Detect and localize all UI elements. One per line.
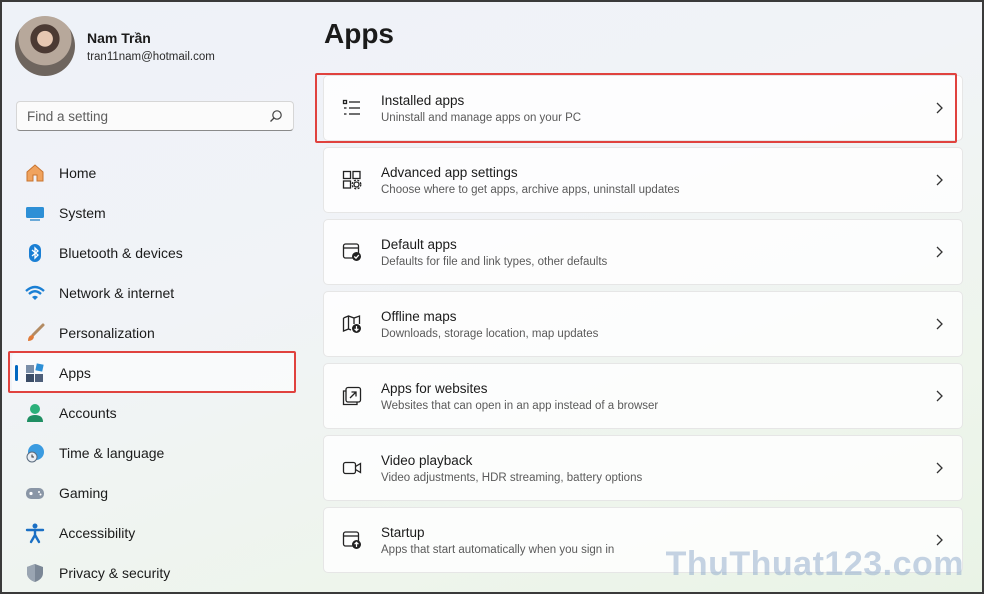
chevron-right-icon bbox=[936, 318, 943, 330]
card-title: Video playback bbox=[381, 452, 473, 468]
card-title: Offline maps bbox=[381, 308, 457, 324]
wifi-icon bbox=[24, 282, 46, 304]
sidebar-item-label: Accessibility bbox=[59, 525, 136, 541]
watermark: ThuThuat123.com bbox=[665, 545, 964, 583]
shield-icon bbox=[24, 562, 46, 584]
card-description: Websites that can open in an app instead… bbox=[381, 399, 659, 412]
chevron-right-icon bbox=[936, 462, 943, 474]
chevron-right-icon bbox=[936, 390, 943, 402]
brush-icon bbox=[24, 322, 46, 344]
search-icon[interactable] bbox=[269, 109, 283, 123]
profile-email: tran11nam@hotmail.com bbox=[87, 50, 215, 63]
video-icon bbox=[341, 457, 363, 479]
chevron-right-icon bbox=[936, 174, 943, 186]
card-title: Startup bbox=[381, 524, 425, 540]
globe-clock-icon bbox=[24, 442, 46, 464]
open-external-icon bbox=[341, 385, 363, 407]
page-title: Apps bbox=[324, 18, 394, 49]
sidebar-item-label: Accounts bbox=[59, 405, 117, 421]
offline-maps-card[interactable]: Offline maps Downloads, storage location… bbox=[323, 291, 963, 357]
user-profile[interactable]: Nam Trần tran11nam@hotmail.com bbox=[15, 16, 215, 76]
default-apps-card[interactable]: Default apps Defaults for file and link … bbox=[323, 219, 963, 285]
search-box[interactable] bbox=[16, 101, 294, 131]
settings-list: Installed apps Uninstall and manage apps… bbox=[323, 75, 963, 579]
startup-icon bbox=[341, 529, 363, 551]
highlight-box bbox=[8, 351, 296, 393]
highlight-box bbox=[315, 73, 957, 143]
monitor-icon bbox=[24, 202, 46, 224]
sidebar-item-gaming[interactable]: Gaming bbox=[12, 473, 294, 513]
sidebar-item-home[interactable]: Home bbox=[12, 153, 294, 193]
card-description: Choose where to get apps, archive apps, … bbox=[381, 183, 680, 196]
sidebar-item-label: Gaming bbox=[59, 485, 109, 501]
advanced-app-settings-card[interactable]: Advanced app settings Choose where to ge… bbox=[323, 147, 963, 213]
person-icon bbox=[24, 402, 46, 424]
card-title: Advanced app settings bbox=[381, 164, 518, 180]
card-description: Downloads, storage location, map updates bbox=[381, 327, 599, 340]
map-icon bbox=[341, 313, 363, 335]
avatar bbox=[15, 16, 75, 76]
chevron-right-icon bbox=[936, 246, 943, 258]
sidebar-item-network[interactable]: Network & internet bbox=[12, 273, 294, 313]
sidebar-item-accounts[interactable]: Accounts bbox=[12, 393, 294, 433]
sidebar-item-time-language[interactable]: Time & language bbox=[12, 433, 294, 473]
sidebar-item-label: Bluetooth & devices bbox=[59, 245, 183, 261]
apps-for-websites-card[interactable]: Apps for websites Websites that can open… bbox=[323, 363, 963, 429]
profile-name: Nam Trần bbox=[87, 29, 151, 46]
card-title: Apps for websites bbox=[381, 380, 488, 396]
card-description: Defaults for file and link types, other … bbox=[381, 255, 608, 268]
bluetooth-icon bbox=[24, 242, 46, 264]
app-settings-icon bbox=[341, 169, 363, 191]
sidebar-item-label: Home bbox=[59, 165, 97, 181]
sidebar-item-privacy[interactable]: Privacy & security bbox=[12, 553, 294, 593]
home-icon bbox=[24, 162, 46, 184]
sidebar-item-personalization[interactable]: Personalization bbox=[12, 313, 294, 353]
accessibility-icon bbox=[24, 522, 46, 544]
default-apps-icon bbox=[341, 241, 363, 263]
sidebar-item-label: Network & internet bbox=[59, 285, 175, 301]
gamepad-icon bbox=[24, 482, 46, 504]
sidebar-item-label: System bbox=[59, 205, 106, 221]
card-description: Video adjustments, HDR streaming, batter… bbox=[381, 471, 643, 484]
sidebar-item-system[interactable]: System bbox=[12, 193, 294, 233]
search-input[interactable] bbox=[27, 108, 269, 124]
card-title: Default apps bbox=[381, 236, 457, 252]
sidebar-item-bluetooth[interactable]: Bluetooth & devices bbox=[12, 233, 294, 273]
video-playback-card[interactable]: Video playback Video adjustments, HDR st… bbox=[323, 435, 963, 501]
sidebar-item-accessibility[interactable]: Accessibility bbox=[12, 513, 294, 553]
sidebar-item-label: Time & language bbox=[59, 445, 165, 461]
sidebar-item-label: Privacy & security bbox=[59, 565, 171, 581]
sidebar-item-label: Personalization bbox=[59, 325, 155, 341]
